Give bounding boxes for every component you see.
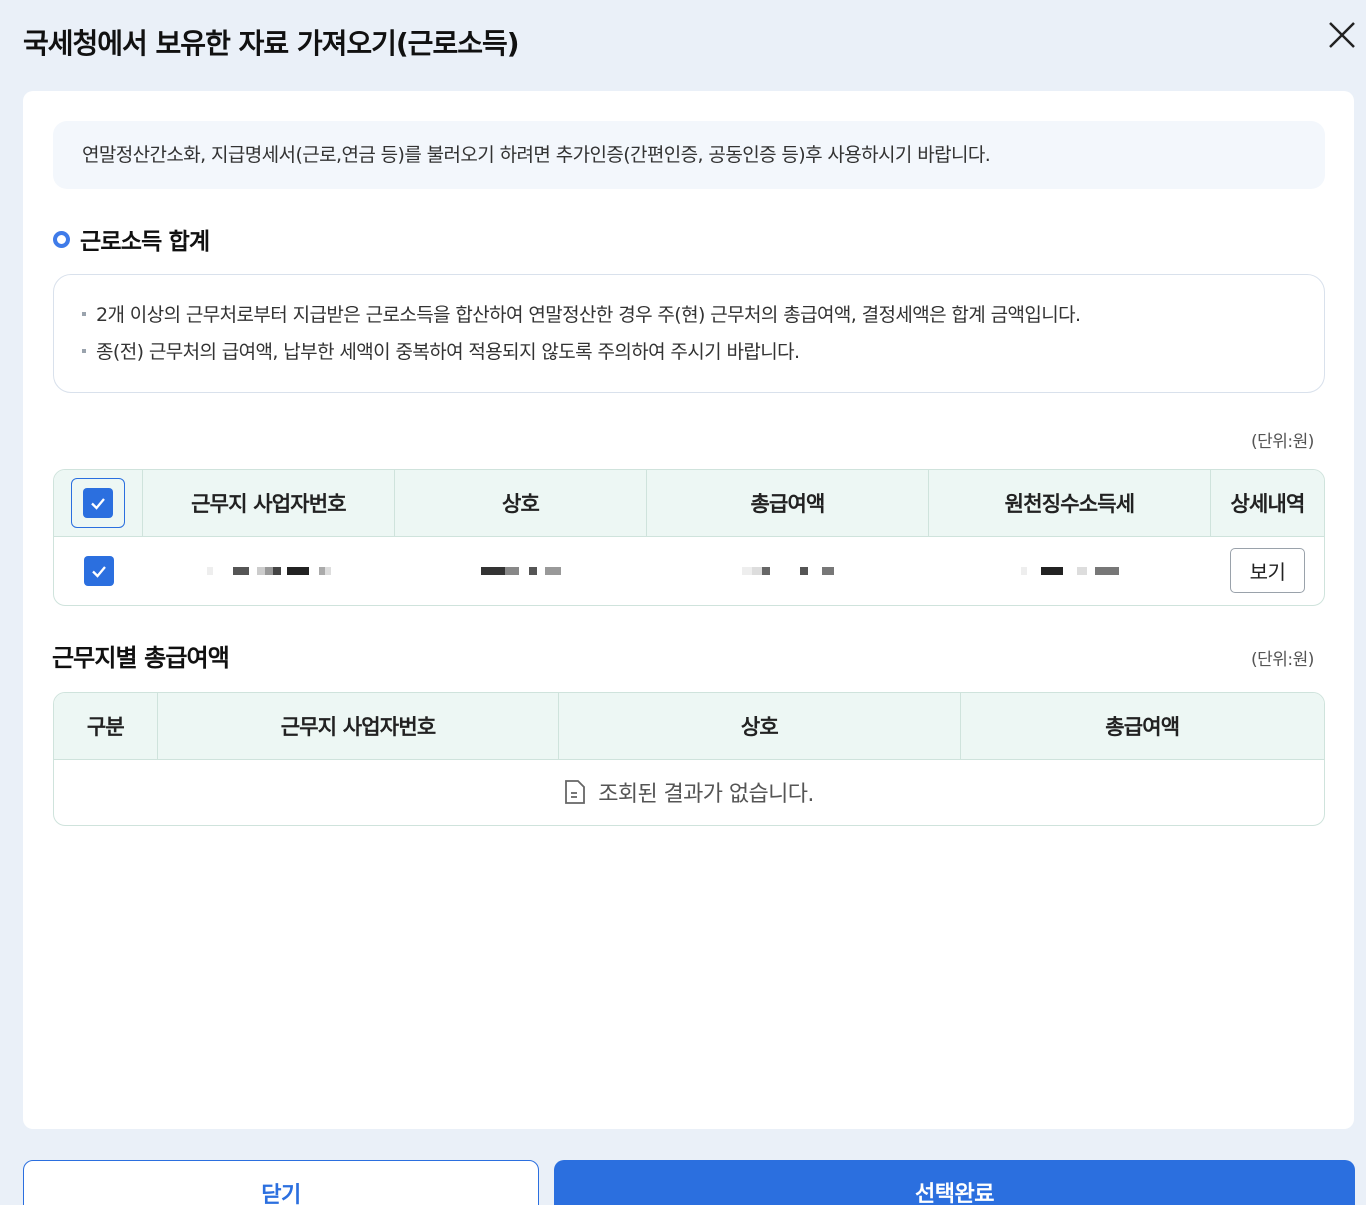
dialog-panel: 연말정산간소화, 지급명세서(근로,연금 등)를 불러오기 하려면 추가인증(간… (23, 91, 1354, 1129)
dialog-title: 국세청에서 보유한 자료 가져오기(근로소득) (23, 27, 520, 60)
header-checkbox-cell (54, 470, 143, 536)
empty-message: 조회된 결과가 없습니다. (598, 782, 814, 807)
column-header: 상호 (559, 693, 961, 759)
column-header: 상세내역 (1230, 492, 1305, 516)
row-checkbox[interactable] (83, 555, 114, 586)
document-icon (565, 780, 586, 804)
table-row: 보기 (54, 537, 1324, 604)
row-checkbox-cell (54, 537, 143, 604)
column-header: 구분 (54, 693, 158, 759)
column-header: 근무지 사업자번호 (158, 693, 560, 759)
unit-label: (단위:원) (1251, 432, 1314, 452)
table-header: 근무지 사업자번호 상호 총급여액 원천징수소득세 상세내역 (54, 470, 1324, 537)
bullet-square-icon (82, 348, 86, 353)
close-icon[interactable] (1326, 19, 1358, 51)
column-header: 근무지 사업자번호 (143, 470, 395, 536)
bullet-square-icon (82, 311, 86, 316)
unit-label: (단위:원) (1251, 650, 1314, 670)
section-title-label: 근로소득 합계 (80, 229, 210, 255)
section-title-income-total: 근로소득 합계 (53, 221, 210, 257)
bullet-ring-icon (53, 230, 70, 248)
confirm-selection-button[interactable]: 선택완료 (554, 1160, 1355, 1205)
info-text: 종(전) 근무처의 급여액, 납부한 세액이 중복하여 적용되지 않도록 주의하… (96, 341, 800, 363)
masked-company-name (395, 537, 647, 604)
check-icon (91, 565, 106, 578)
info-text: 2개 이상의 근무처로부터 지급받은 근로소득을 합산하여 연말정산한 경우 주… (96, 304, 1081, 326)
view-detail-button[interactable]: 보기 (1230, 548, 1305, 593)
table-header: 구분 근무지 사업자번호 상호 총급여액 (54, 693, 1324, 760)
column-header: 총급여액 (1105, 715, 1180, 739)
section-title-by-workplace: 근무지별 총급여액 (52, 644, 230, 672)
income-total-table: 근무지 사업자번호 상호 총급여액 원천징수소득세 상세내역 보기 (53, 469, 1325, 606)
masked-business-number (143, 537, 395, 604)
detail-cell: 보기 (1211, 537, 1324, 604)
info-line: 2개 이상의 근무처로부터 지급받은 근로소득을 합산하여 연말정산한 경우 주… (82, 295, 1324, 332)
info-box: 2개 이상의 근무처로부터 지급받은 근로소득을 합산하여 연말정산한 경우 주… (53, 274, 1325, 393)
info-line: 종(전) 근무처의 급여액, 납부한 세액이 중복하여 적용되지 않도록 주의하… (82, 332, 1324, 369)
column-header: 상호 (395, 470, 647, 536)
empty-state: 조회된 결과가 없습니다. (54, 760, 1324, 824)
close-button[interactable]: 닫기 (23, 1160, 539, 1205)
column-header: 총급여액 (647, 470, 929, 536)
masked-withholding-tax (929, 537, 1211, 604)
select-all-checkbox[interactable] (71, 478, 125, 528)
check-icon (91, 498, 105, 510)
column-header: 원천징수소득세 (929, 470, 1211, 536)
masked-total-salary (647, 537, 929, 604)
by-workplace-table: 구분 근무지 사업자번호 상호 총급여액 조회된 결과가 없습니다. (53, 692, 1325, 826)
checkbox[interactable] (83, 488, 113, 518)
auth-notice: 연말정산간소화, 지급명세서(근로,연금 등)를 불러오기 하려면 추가인증(간… (53, 121, 1325, 189)
